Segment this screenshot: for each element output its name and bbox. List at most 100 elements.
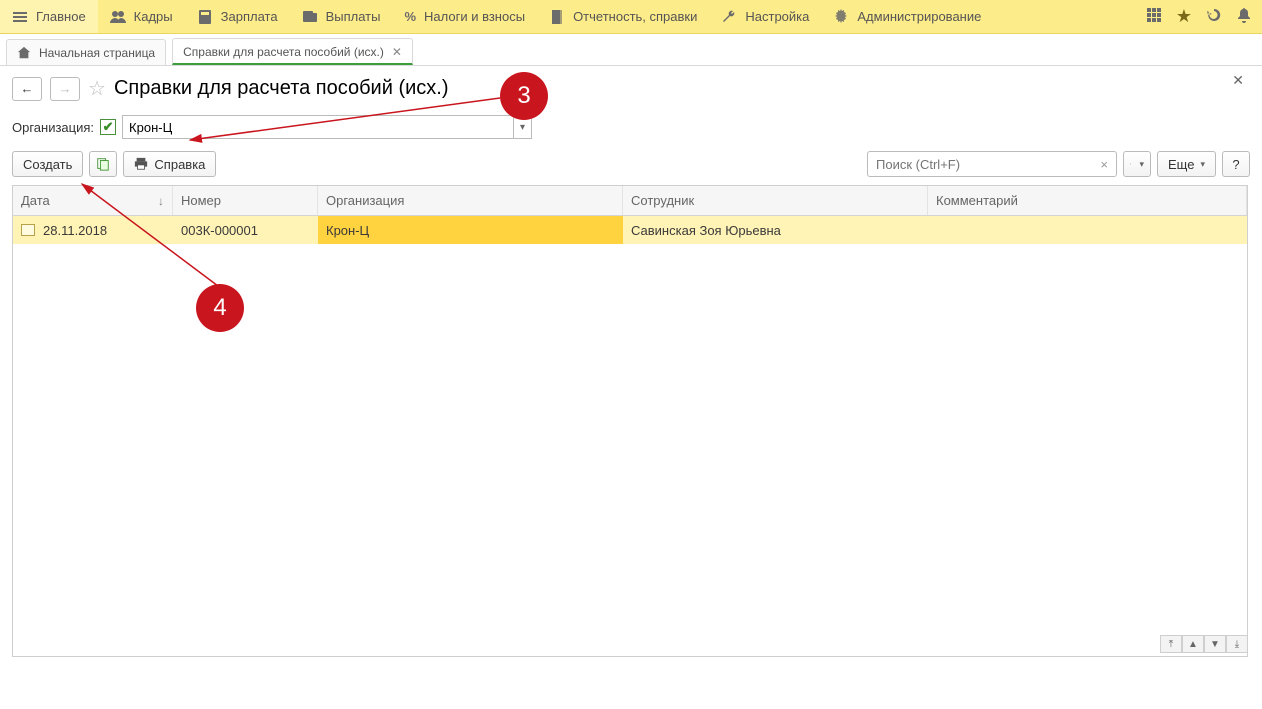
menu-taxes[interactable]: % Налоги и взносы	[392, 0, 537, 33]
tabs-row: Начальная страница Справки для расчета п…	[0, 34, 1262, 66]
percent-icon: %	[404, 9, 416, 24]
col-header-number-label: Номер	[181, 193, 221, 208]
organization-filter: Организация: ✔ ▾	[12, 115, 1250, 139]
menu-reports-label: Отчетность, справки	[573, 9, 697, 24]
create-button[interactable]: Создать	[12, 151, 83, 177]
col-header-employee-label: Сотрудник	[631, 193, 694, 208]
menu-admin[interactable]: Администрирование	[821, 0, 993, 33]
more-button-label: Еще	[1168, 157, 1194, 172]
grid-nav-bottom[interactable]: ⤓	[1226, 635, 1248, 653]
history-icon[interactable]	[1206, 7, 1222, 26]
help-button[interactable]: ?	[1222, 151, 1250, 177]
top-menu-bar: Главное Кадры Зарплата Выплаты % Налоги …	[0, 0, 1262, 34]
create-button-label: Создать	[23, 157, 72, 172]
favorite-star-icon[interactable]: ☆	[88, 76, 106, 101]
grid-nav-top[interactable]: ⤒	[1160, 635, 1182, 653]
menu-payments-label: Выплаты	[326, 9, 381, 24]
print-icon	[134, 157, 148, 171]
cell-date-value: 28.11.2018	[43, 223, 107, 238]
cell-number: 003К-000001	[173, 216, 318, 244]
grid-nav-down[interactable]: ▼	[1204, 635, 1226, 653]
menu-taxes-label: Налоги и взносы	[424, 9, 525, 24]
callout-3-label: 3	[517, 82, 530, 110]
tab-home-label: Начальная страница	[39, 46, 155, 60]
menu-salary-label: Зарплата	[221, 9, 278, 24]
org-combo-input[interactable]	[123, 116, 513, 138]
search-box[interactable]: ×	[867, 151, 1117, 177]
cell-employee-value: Савинская Зоя Юрьевна	[631, 223, 781, 238]
top-menu-right: ★	[1146, 6, 1262, 27]
org-combo[interactable]: ▾	[122, 115, 532, 139]
apps-icon[interactable]	[1146, 7, 1162, 26]
col-header-number[interactable]: Номер	[173, 186, 318, 215]
col-header-date[interactable]: Дата ↓	[13, 186, 173, 215]
table-row[interactable]: 28.11.2018 003К-000001 Крон-Ц Савинская …	[13, 216, 1247, 244]
tab-current-label: Справки для расчета пособий (исх.)	[183, 45, 384, 59]
sort-arrow-icon: ↓	[158, 194, 164, 208]
more-button[interactable]: Еще ▾	[1157, 151, 1216, 177]
search-options-button[interactable]: ▾	[1123, 151, 1151, 177]
page-content: ✕ ← → ☆ Справки для расчета пособий (исх…	[0, 66, 1262, 657]
search-clear-icon[interactable]: ×	[1096, 157, 1112, 172]
col-header-employee[interactable]: Сотрудник	[623, 186, 928, 215]
create-copy-button[interactable]	[89, 151, 117, 177]
search-icon	[1130, 158, 1131, 170]
help-button-label: ?	[1232, 157, 1239, 172]
wrench-icon	[721, 9, 737, 25]
grid-nav-up[interactable]: ▲	[1182, 635, 1204, 653]
tab-home[interactable]: Начальная страница	[6, 39, 166, 65]
grid-nav-buttons: ⤒ ▲ ▼ ⤓	[1160, 635, 1248, 653]
menu-reports[interactable]: Отчетность, справки	[537, 0, 709, 33]
bell-icon[interactable]	[1236, 7, 1252, 26]
col-header-comment[interactable]: Комментарий	[928, 186, 1247, 215]
gear-icon	[833, 9, 849, 25]
org-filter-checkbox[interactable]: ✔	[100, 119, 116, 135]
menu-icon	[12, 9, 28, 25]
document-row-icon	[21, 224, 35, 236]
menu-staff-label: Кадры	[134, 9, 173, 24]
people-icon	[110, 9, 126, 25]
col-header-date-label: Дата	[21, 193, 50, 208]
callout-4: 4	[196, 284, 244, 332]
org-filter-label: Организация:	[12, 120, 94, 135]
page-header: ← → ☆ Справки для расчета пособий (исх.)	[12, 76, 1250, 101]
chevron-down-icon: ▾	[1139, 159, 1144, 170]
tab-current[interactable]: Справки для расчета пособий (исх.) ✕	[172, 38, 413, 65]
col-header-org-label: Организация	[326, 193, 404, 208]
tab-close-icon[interactable]: ✕	[392, 45, 402, 59]
callout-3: 3	[500, 72, 548, 120]
print-button-label: Справка	[154, 157, 205, 172]
menu-main[interactable]: Главное	[0, 0, 98, 33]
cell-org-value: Крон-Ц	[326, 223, 369, 238]
document-icon	[549, 9, 565, 25]
nav-back-button[interactable]: ←	[12, 77, 42, 101]
menu-main-label: Главное	[36, 9, 86, 24]
page-title: Справки для расчета пособий (исх.)	[114, 77, 449, 100]
menu-payments[interactable]: Выплаты	[290, 0, 393, 33]
menu-admin-label: Администрирование	[857, 9, 981, 24]
grid-body[interactable]: 28.11.2018 003К-000001 Крон-Ц Савинская …	[13, 216, 1247, 656]
callout-4-label: 4	[213, 294, 226, 322]
col-header-org[interactable]: Организация	[318, 186, 623, 215]
copy-doc-icon	[96, 157, 110, 171]
wallet-icon	[302, 9, 318, 25]
nav-forward-button[interactable]: →	[50, 77, 80, 101]
menu-salary[interactable]: Зарплата	[185, 0, 290, 33]
cell-employee: Савинская Зоя Юрьевна	[623, 216, 928, 244]
grid-header: Дата ↓ Номер Организация Сотрудник Комме…	[13, 186, 1247, 216]
print-button[interactable]: Справка	[123, 151, 216, 177]
menu-settings-label: Настройка	[745, 9, 809, 24]
chevron-down-icon: ▾	[1200, 159, 1205, 170]
toolbar: Создать Справка × ▾ Еще ▾ ?	[12, 151, 1250, 177]
menu-staff[interactable]: Кадры	[98, 0, 185, 33]
page-close-button[interactable]: ✕	[1232, 72, 1244, 89]
documents-grid: Дата ↓ Номер Организация Сотрудник Комме…	[12, 185, 1248, 657]
cell-date: 28.11.2018	[13, 216, 173, 244]
star-icon[interactable]: ★	[1176, 6, 1192, 27]
calculator-icon	[197, 9, 213, 25]
cell-number-value: 003К-000001	[181, 223, 258, 238]
menu-settings[interactable]: Настройка	[709, 0, 821, 33]
col-header-comment-label: Комментарий	[936, 193, 1018, 208]
search-input[interactable]	[876, 157, 1096, 172]
home-icon	[17, 46, 31, 60]
